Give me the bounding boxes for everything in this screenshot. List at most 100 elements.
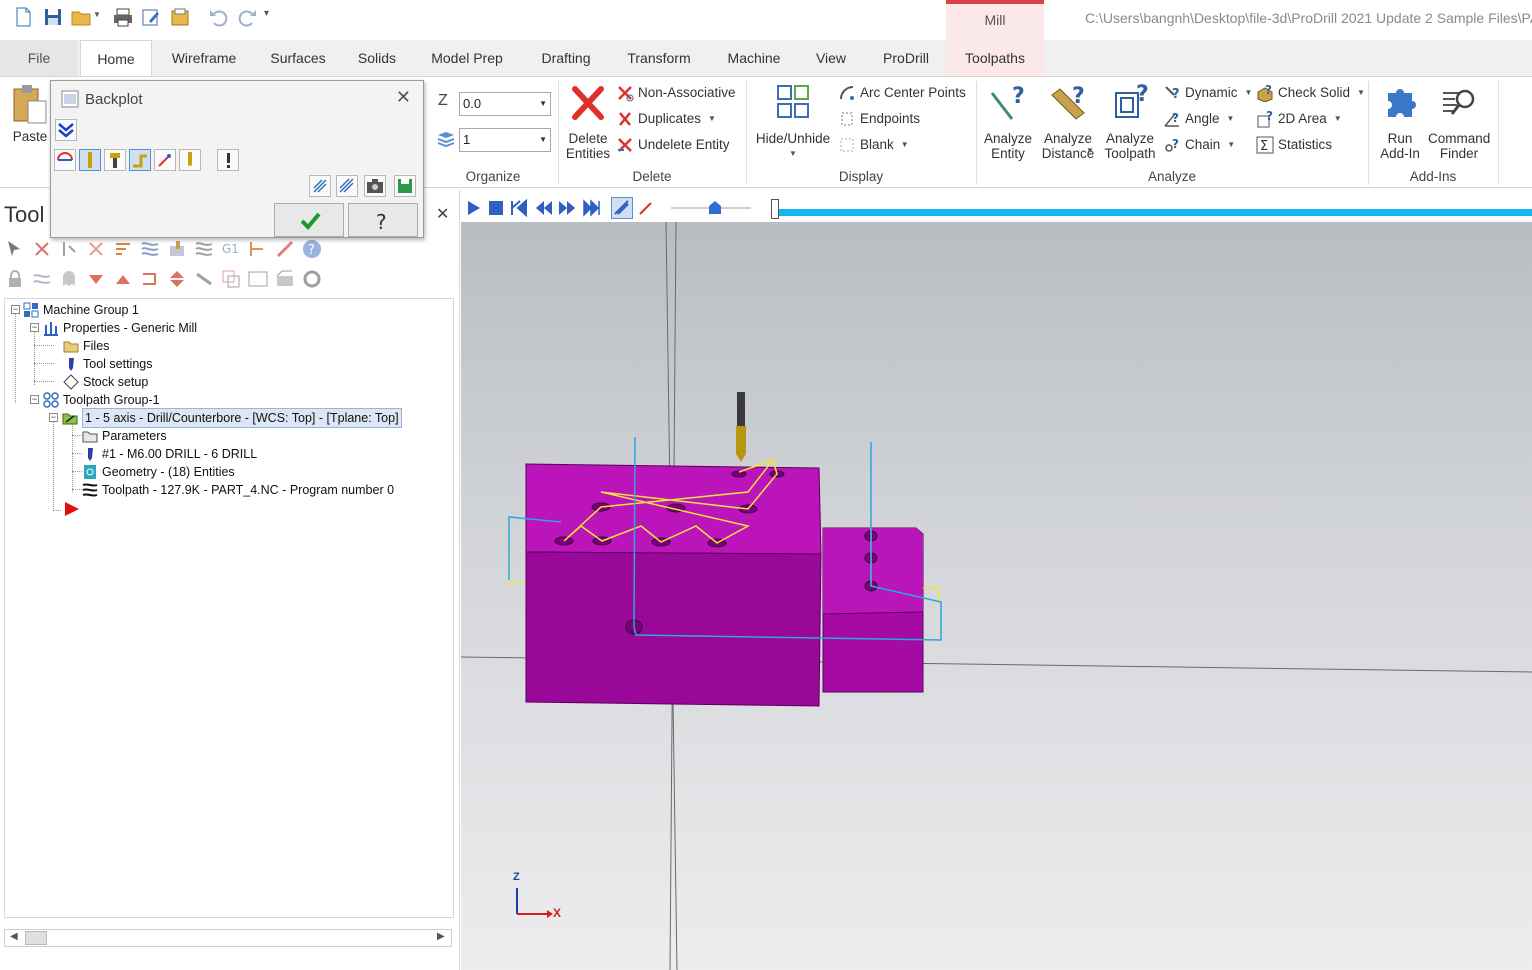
level-combo[interactable]: 1 ▼ [459,128,551,152]
highlight-icon[interactable] [220,268,242,290]
analyze-entity-button[interactable]: ? Analyze Entity [980,83,1036,161]
select-all-icon[interactable] [4,238,26,260]
simulate-icon[interactable] [193,238,215,260]
ok-button[interactable] [274,203,344,237]
open-folder-icon[interactable] [70,6,92,28]
skip-to-start-icon[interactable] [509,198,529,218]
step-back-icon[interactable] [534,198,554,218]
tree-node-files[interactable]: Files [63,337,109,355]
insert-arrow-icon[interactable] [139,268,161,290]
regenerate-all-icon[interactable] [58,238,80,260]
new-file-icon[interactable] [12,6,34,28]
sort-icon[interactable] [112,238,134,260]
show-entity-endpoints-button[interactable] [154,149,176,171]
scroll-right-icon[interactable]: ▶ [437,931,445,942]
backplot-icon[interactable] [139,238,161,260]
progress-marker[interactable] [771,199,779,219]
skip-to-end-icon[interactable] [581,198,601,218]
non-associative-button[interactable]: Non-Associative [616,82,736,104]
tree-node-operation-1[interactable]: 1 - 5 axis - Drill/Counterbore - [WCS: T… [62,408,402,428]
undo-icon[interactable] [208,6,230,28]
close-icon[interactable]: ✕ [436,204,449,224]
expand-collapse-icon[interactable] [166,268,188,290]
save-as-geometry-button[interactable] [394,175,416,197]
print-icon[interactable] [112,6,134,28]
screenshot-button[interactable] [364,175,386,197]
scroll-left-icon[interactable]: ◀ [10,931,18,942]
tree-node-stock-setup[interactable]: Stock setup [63,373,148,391]
endpoints-button[interactable]: Endpoints [838,108,920,130]
tree-collapse-toggle[interactable]: − [49,413,58,422]
show-rapid-button[interactable] [129,149,151,171]
statistics-button[interactable]: Σ Statistics [1256,134,1332,156]
post-g1-icon[interactable]: G1 [220,238,242,260]
ghost-icon[interactable] [58,268,80,290]
move-down-icon[interactable] [85,268,107,290]
graphics-viewport[interactable]: Z X [461,222,1532,970]
run-addin-button[interactable]: Run Add-In [1372,83,1428,161]
scroll-thumb[interactable] [25,931,47,945]
tree-node-tool[interactable]: #1 - M6.00 DRILL - 6 DRILL [82,445,257,463]
tab-file[interactable]: File [0,40,78,76]
post-selected-icon[interactable] [247,238,269,260]
redo-icon[interactable] [236,6,258,28]
tab-machine[interactable]: Machine [716,40,792,76]
arc-center-points-button[interactable]: Arc Center Points [838,82,966,104]
speed-slider-thumb[interactable] [707,200,723,216]
angle-button[interactable]: ? Angle ▼ [1163,108,1234,130]
toolpath-edit-icon[interactable] [274,238,296,260]
duplicates-button[interactable]: Duplicates ▼ [616,108,716,130]
tree-horizontal-scrollbar[interactable]: ◀ ▶ [4,929,452,947]
tab-solids[interactable]: Solids [348,40,406,76]
hide-unhide-button[interactable]: Hide/Unhide ▼ [752,83,834,161]
blank-button[interactable]: Blank ▼ [838,134,909,156]
customize-qat-icon[interactable]: ▾ [264,8,286,30]
paste-button[interactable]: Paste [8,83,52,144]
properties-icon[interactable] [169,6,191,28]
levels-icon[interactable] [436,130,456,148]
options-icon[interactable] [301,268,323,290]
tab-home[interactable]: Home [80,40,152,76]
tool-display-icon[interactable] [193,268,215,290]
save-icon[interactable] [42,6,64,28]
tab-model-prep[interactable]: Model Prep [420,40,514,76]
delete-entities-button[interactable]: Delete Entities [562,83,614,161]
print-preview-icon[interactable] [140,6,162,28]
lock-icon[interactable] [4,268,26,290]
expand-dialog-button[interactable] [55,119,77,141]
toggle-display-icon[interactable] [31,268,53,290]
tree-node-toolpath-group[interactable]: Toolpath Group-1 [43,391,160,409]
shade-tool-button[interactable] [179,149,201,171]
verify-icon[interactable] [166,238,188,260]
save-backplot-button[interactable] [309,175,331,197]
tab-toolpaths[interactable]: Toolpaths [946,40,1044,76]
tree-collapse-toggle[interactable]: − [30,323,39,332]
display-options-icon[interactable] [247,268,269,290]
area-2d-button[interactable]: ? 2D Area ▼ [1256,108,1342,130]
tool-trace-icon[interactable] [636,198,656,218]
command-finder-button[interactable]: Command Finder [1428,83,1490,161]
tree-node-machine-group[interactable]: Machine Group 1 [23,301,139,319]
options-button[interactable] [217,149,239,171]
tab-wireframe[interactable]: Wireframe [160,40,248,76]
undelete-entity-button[interactable]: Undelete Entity [616,134,730,156]
tree-collapse-toggle[interactable]: − [11,305,20,314]
tree-node-parameters[interactable]: Parameters [82,427,167,445]
tree-node-properties[interactable]: Properties - Generic Mill [43,319,197,337]
tab-prodrill[interactable]: ProDrill [870,40,942,76]
help-button[interactable]: ? [348,203,418,237]
move-up-icon[interactable] [112,268,134,290]
z-depth-combo[interactable]: 0.0 ▼ [459,92,551,116]
check-solid-button[interactable]: ? Check Solid ▼ [1256,82,1365,104]
deselect-icon[interactable] [31,238,53,260]
close-icon[interactable]: ✕ [396,87,411,108]
show-tool-button[interactable] [79,149,101,171]
regenerate-dirty-icon[interactable] [85,238,107,260]
toolpath-info-button[interactable] [336,175,358,197]
progress-track[interactable] [777,209,1532,216]
chain-button[interactable]: ? Chain ▼ [1163,134,1235,156]
tree-collapse-toggle[interactable]: − [30,395,39,404]
analyze-toolpath-button[interactable]: ? Analyze Toolpath [1100,83,1160,161]
dynamic-button[interactable]: ? Dynamic ▼ [1163,82,1252,104]
show-holder-button[interactable] [104,149,126,171]
